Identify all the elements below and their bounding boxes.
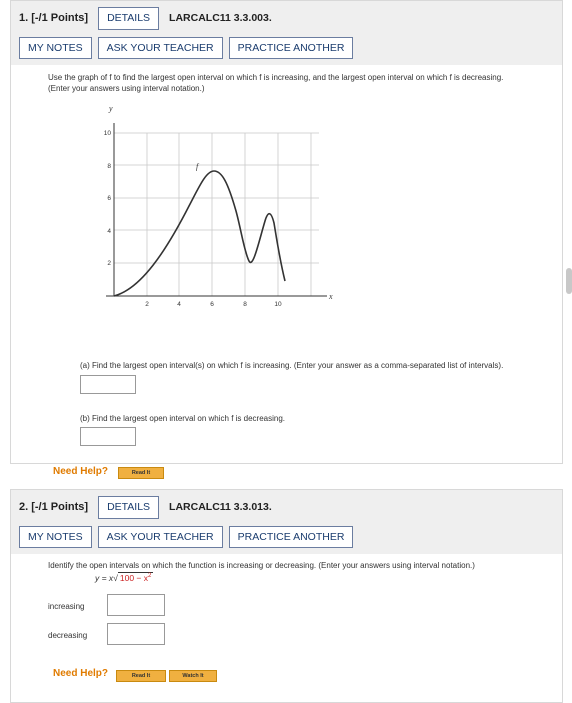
question-1: 1. [-/1 Points] DETAILS LARCALC11 3.3.00… <box>10 0 563 479</box>
y-tick: 2 <box>107 260 111 267</box>
practice-another-button[interactable]: PRACTICE ANOTHER <box>228 525 354 548</box>
x-tick: 10 <box>274 301 282 308</box>
ask-teacher-button[interactable]: ASK YOUR TEACHER <box>97 36 223 59</box>
x-tick: 4 <box>177 301 181 308</box>
part-b-text: (b) Find the largest open interval on wh… <box>80 414 285 423</box>
problem-code: LARCALC11 3.3.003. <box>169 12 272 25</box>
read-it-button[interactable]: Read It <box>116 670 166 682</box>
my-notes-button[interactable]: MY NOTES <box>19 525 92 548</box>
question-1-body: Use the graph of f to find the largest o… <box>10 65 563 479</box>
ask-teacher-button[interactable]: ASK YOUR TEACHER <box>97 525 223 548</box>
y-axis-label: y <box>108 104 113 113</box>
problem-code: LARCALC11 3.3.013. <box>169 501 272 514</box>
question-number: 1. [-/1 Points] <box>19 12 89 25</box>
part-a-text: (a) Find the largest open interval(s) on… <box>80 361 504 370</box>
y-tick: 8 <box>107 163 111 170</box>
need-help-label: Need Help? <box>53 668 109 679</box>
function-equation: y = x√ 100 − x2 <box>95 572 154 583</box>
instruction-text: Identify the open intervals on which the… <box>48 561 475 570</box>
x-tick: 6 <box>210 301 214 308</box>
need-help-label: Need Help? <box>53 466 109 477</box>
y-tick: 10 <box>104 130 112 137</box>
question-2-body: Identify the open intervals on which the… <box>10 554 563 703</box>
read-it-button[interactable]: Read It <box>118 467 164 479</box>
increasing-label: increasing <box>48 602 85 611</box>
x-tick: 8 <box>243 301 247 308</box>
function-curve <box>113 170 286 297</box>
curve-label: f <box>196 162 200 171</box>
x-axis-label: x <box>328 292 333 301</box>
watch-it-button[interactable]: Watch It <box>169 670 217 682</box>
decreasing-interval-input[interactable] <box>80 427 136 446</box>
practice-another-button[interactable]: PRACTICE ANOTHER <box>228 36 354 59</box>
my-notes-button[interactable]: MY NOTES <box>19 36 92 59</box>
y-tick: 4 <box>107 228 111 235</box>
details-button[interactable]: DETAILS <box>98 496 160 519</box>
question-2: 2. [-/1 Points] DETAILS LARCALC11 3.3.01… <box>10 489 563 703</box>
question-number: 2. [-/1 Points] <box>19 501 89 514</box>
scrollbar-thumb[interactable] <box>566 268 572 294</box>
decreasing-input[interactable] <box>107 623 165 645</box>
function-graph: y x 10 8 6 4 2 2 4 6 8 10 f <box>104 104 333 308</box>
details-button[interactable]: DETAILS <box>98 7 160 30</box>
increasing-input[interactable] <box>107 594 165 616</box>
increasing-interval-input[interactable] <box>80 375 136 394</box>
x-tick: 2 <box>145 301 149 308</box>
decreasing-label: decreasing <box>48 631 88 640</box>
question-2-header: 2. [-/1 Points] DETAILS LARCALC11 3.3.01… <box>10 489 563 554</box>
instruction-text: Use the graph of f to find the largest o… <box>48 73 504 93</box>
question-1-header: 1. [-/1 Points] DETAILS LARCALC11 3.3.00… <box>10 0 563 65</box>
y-tick: 6 <box>107 195 111 202</box>
